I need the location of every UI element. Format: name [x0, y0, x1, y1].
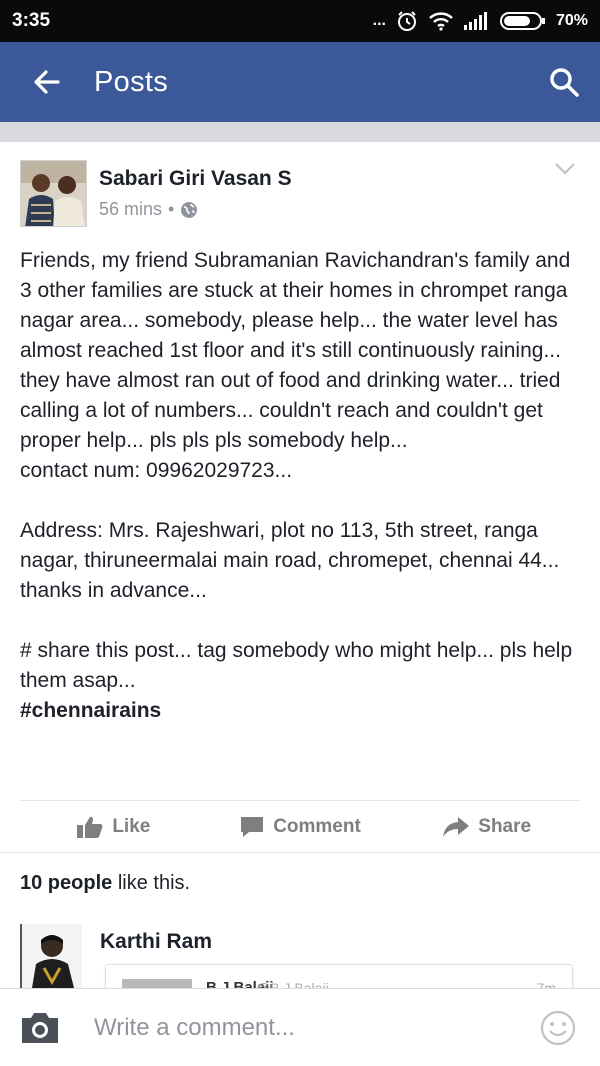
thumbs-up-icon [77, 816, 103, 838]
divider [0, 852, 600, 853]
action-bar: Like Comment Share [20, 800, 580, 852]
status-time: 3:35 [12, 10, 51, 31]
post-options-button[interactable] [554, 162, 576, 181]
arrow-left-icon [34, 70, 60, 94]
back-button[interactable] [0, 42, 94, 122]
alarm-icon [396, 10, 418, 32]
chevron-down-icon [555, 163, 575, 175]
emoji-button[interactable] [516, 989, 600, 1066]
post-meta: 56 mins • [99, 199, 198, 220]
commenter-name[interactable]: Karthi Ram [100, 930, 212, 954]
wifi-icon [428, 11, 454, 31]
camera-button[interactable] [0, 989, 80, 1066]
meta-separator: • [168, 199, 175, 219]
comment-button[interactable]: Comment [207, 815, 394, 839]
comment-composer [0, 988, 600, 1066]
status-bar: 3:35 ... 70% [0, 0, 600, 42]
like-label: Like [112, 815, 151, 837]
author-avatar[interactable] [20, 160, 87, 227]
page-title: Posts [94, 65, 169, 98]
app-bar: Posts [0, 42, 600, 122]
share-button[interactable]: Share [393, 815, 580, 839]
search-button[interactable] [528, 42, 600, 122]
post-text: Friends, my friend Subramanian Ravichand… [20, 249, 573, 692]
post-card: Sabari Giri Vasan S 56 mins • Friends, m… [0, 142, 600, 1004]
author-name[interactable]: Sabari Giri Vasan S [99, 167, 292, 191]
likes-suffix: like this. [112, 872, 191, 894]
more-dots: ... [372, 12, 386, 29]
status-icons: ... 70% [373, 10, 588, 32]
likes-summary[interactable]: 10 people like this. [20, 872, 190, 895]
battery-percent: 70% [555, 12, 588, 29]
globe-icon [181, 201, 198, 218]
camera-icon [22, 1012, 58, 1043]
comment-icon [241, 816, 264, 837]
like-button[interactable]: Like [20, 815, 207, 839]
comment-input[interactable] [80, 988, 516, 1066]
signal-icon [463, 12, 490, 30]
likes-count: 10 people [20, 872, 113, 894]
smiley-icon [540, 1010, 576, 1045]
feed-spacer [0, 122, 600, 142]
comment-label: Comment [273, 815, 361, 837]
share-arrow-icon [443, 816, 470, 837]
post-body: Friends, my friend Subramanian Ravichand… [20, 246, 580, 726]
battery-icon [499, 11, 546, 31]
post-time[interactable]: 56 mins [99, 199, 162, 220]
search-icon [550, 68, 579, 97]
share-label: Share [478, 815, 532, 837]
hashtag-link[interactable]: #chennairains [20, 699, 161, 722]
commenter-avatar[interactable] [20, 924, 82, 988]
